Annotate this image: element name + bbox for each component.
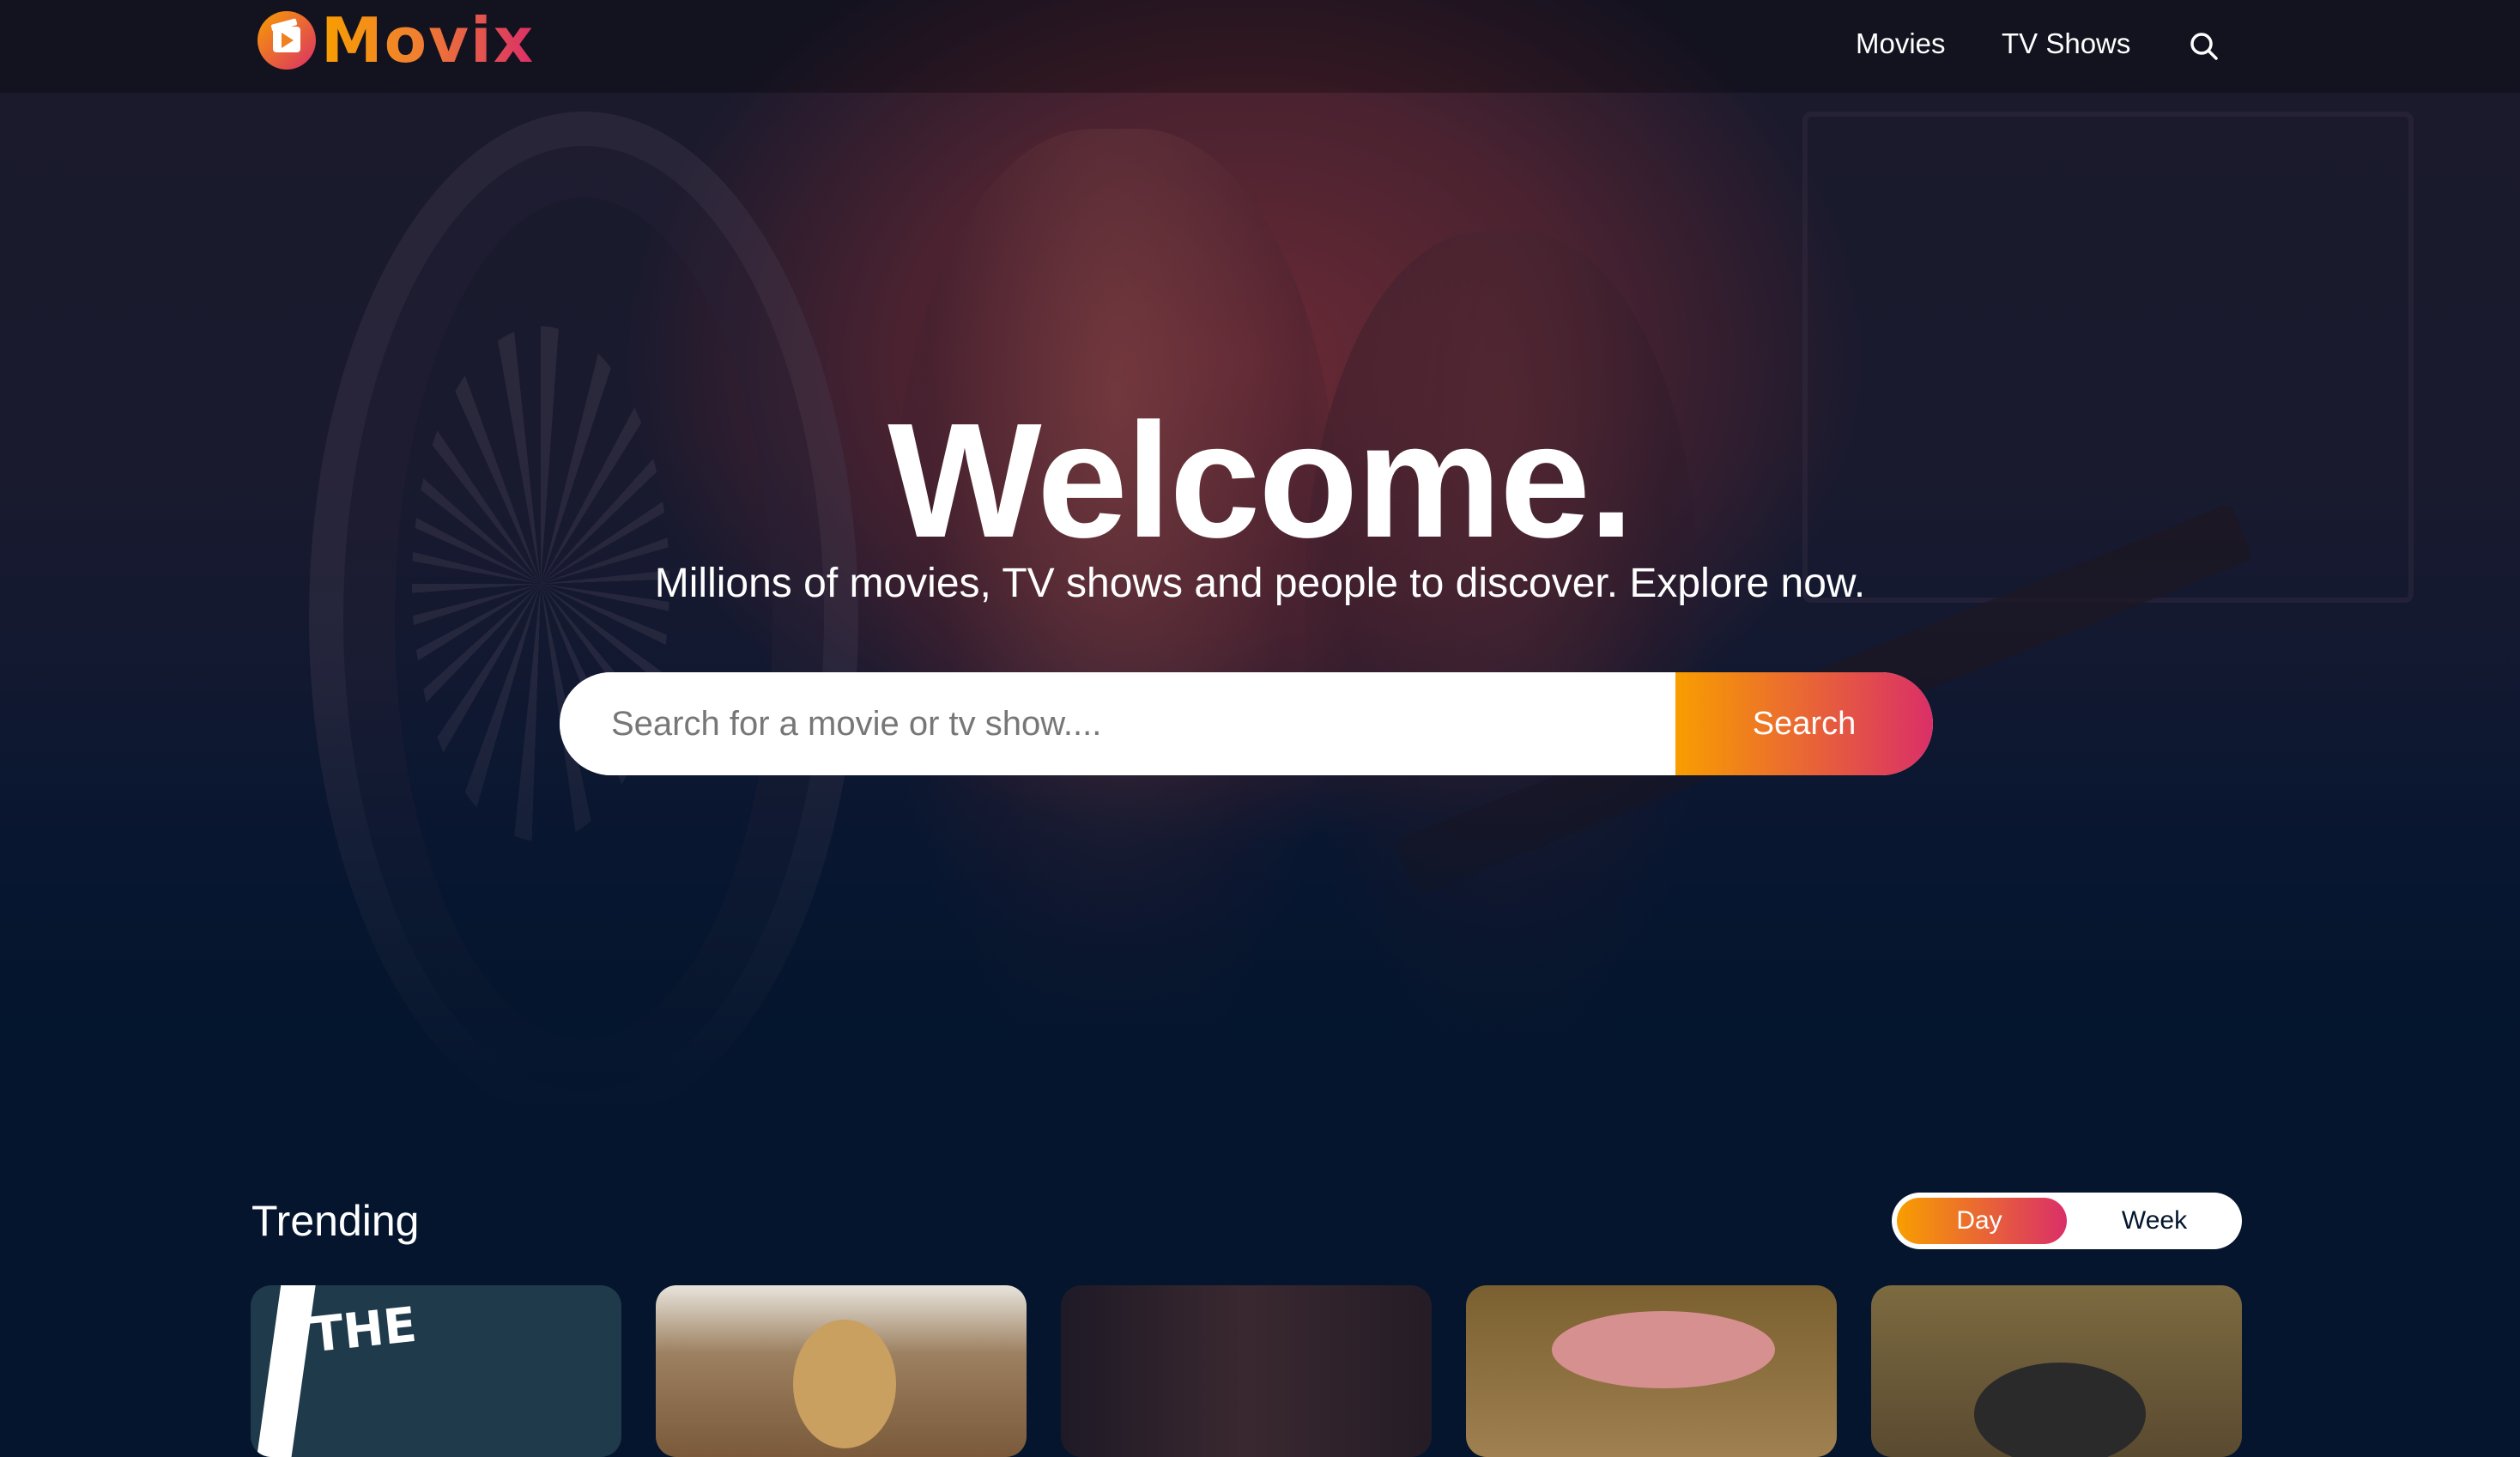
tab-day[interactable]: Day xyxy=(1892,1193,2067,1249)
poster-art xyxy=(1974,1363,2146,1457)
hero-title: Welcome. xyxy=(887,390,1633,572)
site-header: Movix Movies TV Shows xyxy=(0,0,2520,93)
hero-search-bar: Search xyxy=(560,672,1933,775)
search-button[interactable]: Search xyxy=(1675,672,1933,775)
poster-art xyxy=(253,1285,317,1457)
search-input[interactable] xyxy=(560,672,1675,775)
trending-title: Trending xyxy=(251,1197,420,1245)
logo-text: Movix xyxy=(321,4,536,76)
hero-subtitle: Millions of movies, TV shows and people … xyxy=(654,561,1866,606)
movie-card[interactable] xyxy=(1466,1285,1837,1457)
nav-tv-shows[interactable]: TV Shows xyxy=(2002,22,2130,65)
poster-art xyxy=(1552,1311,1775,1388)
nav-movies[interactable]: Movies xyxy=(1856,22,1946,65)
poster-title-text: THE xyxy=(307,1296,420,1364)
clapperboard-play-icon xyxy=(257,11,316,70)
movie-card[interactable]: THE xyxy=(251,1285,621,1457)
day-week-switch: Day Week xyxy=(1892,1193,2242,1249)
tab-week[interactable]: Week xyxy=(2067,1193,2242,1249)
logo[interactable]: Movix xyxy=(257,4,536,76)
movie-card[interactable] xyxy=(656,1285,1027,1457)
search-icon[interactable] xyxy=(2187,29,2221,64)
movie-card[interactable] xyxy=(1871,1285,2242,1457)
poster-art xyxy=(793,1320,896,1448)
movie-card[interactable] xyxy=(1061,1285,1432,1457)
